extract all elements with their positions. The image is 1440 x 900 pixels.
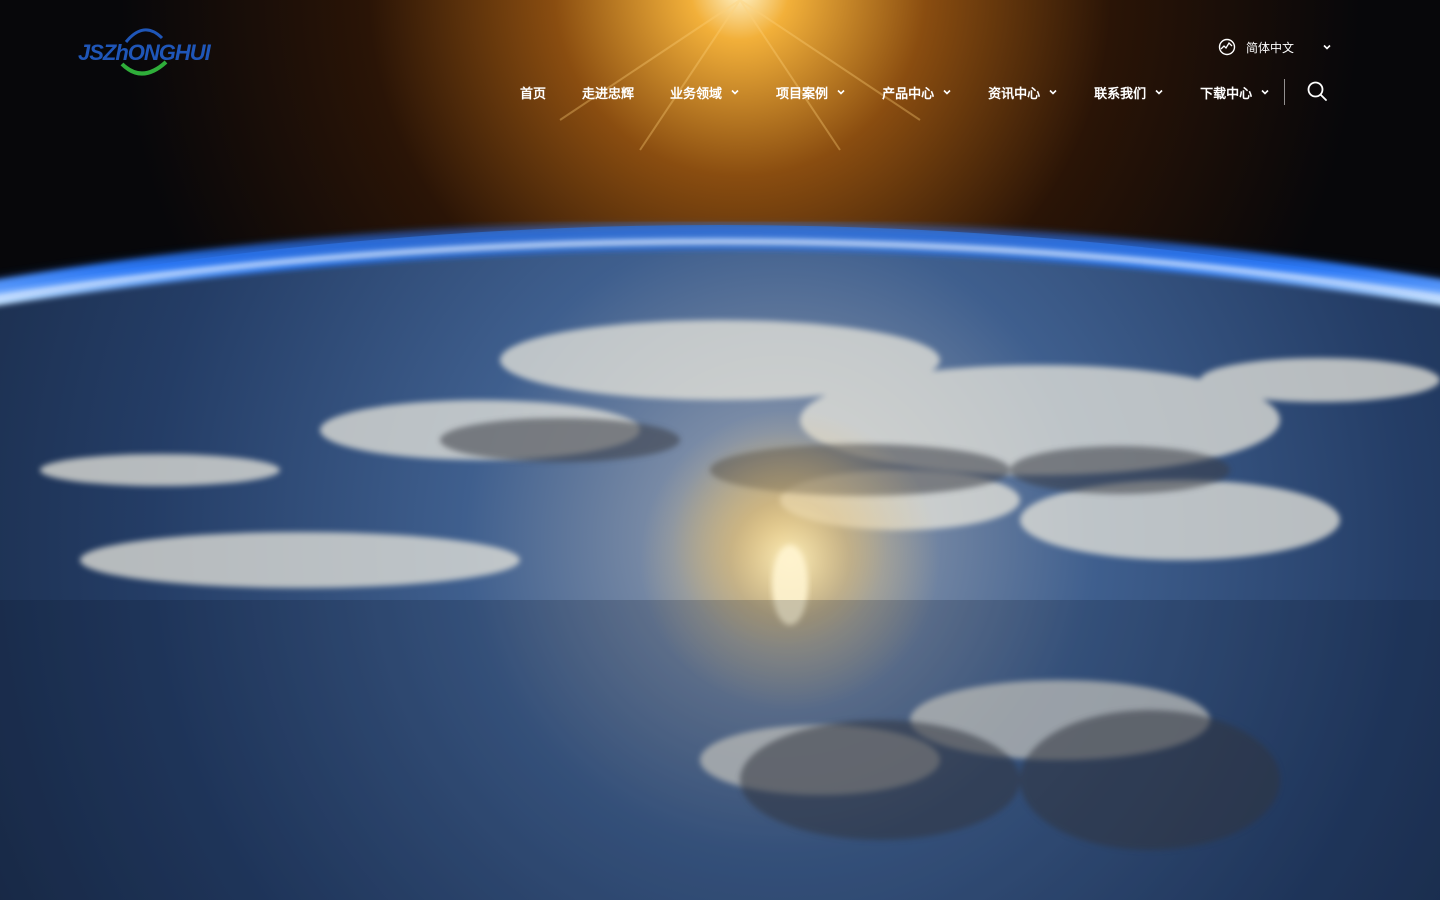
logo-wordmark: JSZhONGHUI <box>78 40 212 65</box>
site-logo[interactable]: JSZhONGHUI <box>76 24 216 80</box>
search-icon[interactable] <box>1306 80 1328 102</box>
language-label: 简体中文 <box>1246 40 1295 55</box>
main-nav: 首页 走进忠辉 业务领域 项目案例 产品中心 资讯中心 联系我们 下载中心 <box>520 80 1270 104</box>
nav-item-business[interactable]: 业务领域 <box>670 83 740 102</box>
nav-item-news[interactable]: 资讯中心 <box>988 83 1058 102</box>
globe-icon <box>1218 38 1236 56</box>
earth-background-image <box>0 0 1440 900</box>
nav-item-about[interactable]: 走进忠辉 <box>582 83 634 102</box>
language-switcher[interactable]: 简体中文 <box>1218 36 1332 58</box>
chevron-down-icon <box>1261 89 1269 95</box>
nav-item-cases[interactable]: 项目案例 <box>776 83 846 102</box>
chevron-down-icon <box>943 89 951 95</box>
nav-label: 下载中心 <box>1200 86 1253 102</box>
nav-label: 首页 <box>520 86 547 102</box>
nav-item-home[interactable]: 首页 <box>520 83 546 102</box>
nav-item-contact[interactable]: 联系我们 <box>1094 83 1164 102</box>
nav-item-products[interactable]: 产品中心 <box>882 83 952 102</box>
nav-label: 走进忠辉 <box>582 86 635 102</box>
hero-banner: JSZhONGHUI 简体中文 首页 走进忠辉 业务领域 项目案例 产品中心 资… <box>0 0 1440 900</box>
chevron-down-icon <box>1155 89 1163 95</box>
chevron-down-icon <box>1323 44 1331 50</box>
nav-label: 联系我们 <box>1094 86 1147 102</box>
nav-label: 业务领域 <box>670 86 723 102</box>
nav-label: 产品中心 <box>882 86 935 102</box>
chevron-down-icon <box>731 89 739 95</box>
nav-item-download[interactable]: 下载中心 <box>1200 83 1270 102</box>
nav-label: 项目案例 <box>776 86 829 102</box>
nav-divider <box>1284 79 1285 105</box>
nav-label: 资讯中心 <box>988 86 1041 102</box>
chevron-down-icon <box>837 89 845 95</box>
chevron-down-icon <box>1049 89 1057 95</box>
